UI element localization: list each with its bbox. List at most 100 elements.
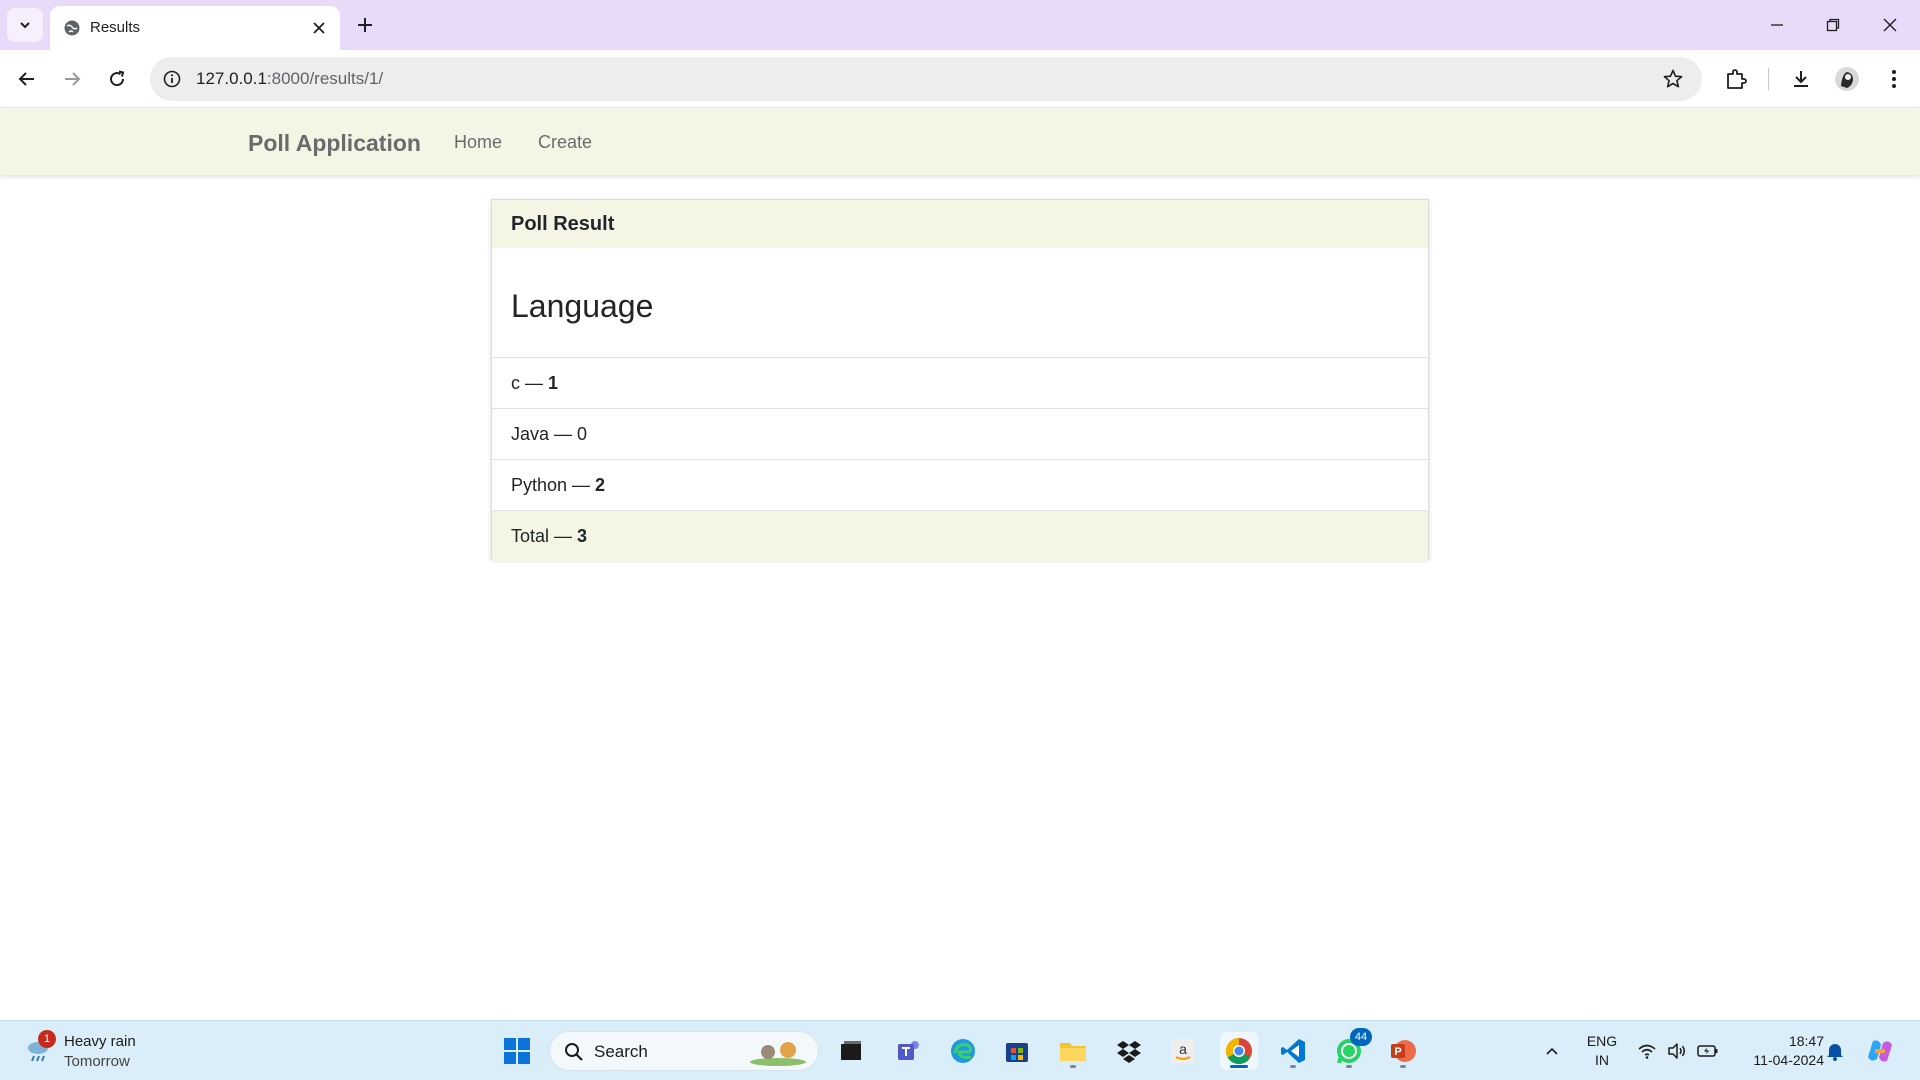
wifi-icon xyxy=(1638,1044,1656,1059)
puzzle-icon xyxy=(1727,69,1747,89)
poll-question: Language xyxy=(511,288,654,324)
clock-time: 18:47 xyxy=(1788,1033,1824,1049)
running-indicator xyxy=(1290,1065,1296,1068)
show-hidden-icons-button[interactable] xyxy=(1538,1033,1566,1069)
close-tab-icon[interactable] xyxy=(310,19,328,37)
volume-button[interactable] xyxy=(1664,1033,1690,1069)
result-row: Python — 2 xyxy=(492,459,1428,510)
dropbox-icon xyxy=(1117,1041,1141,1063)
arrow-left-icon xyxy=(18,72,34,86)
minimize-button[interactable] xyxy=(1764,12,1790,38)
store-icon xyxy=(1006,1043,1028,1062)
browser-tab-results[interactable]: Results xyxy=(50,6,340,50)
address-bar[interactable]: 127.0.0.1:8000/results/1/ xyxy=(150,57,1702,101)
weather-widget[interactable]: 1 Heavy rain Tomorrow xyxy=(20,1029,170,1073)
weather-badge: 1 xyxy=(38,1030,56,1048)
chevron-up-icon xyxy=(1546,1047,1558,1055)
tab-title: Results xyxy=(90,19,141,36)
volume-icon xyxy=(1668,1043,1685,1059)
toolbar-divider xyxy=(1768,68,1769,90)
total-text: Total — 3 xyxy=(511,526,587,547)
notifications-button[interactable] xyxy=(1822,1033,1848,1069)
taskbar-app-teams[interactable] xyxy=(890,1032,928,1070)
new-tab-button[interactable] xyxy=(352,12,378,38)
reload-button[interactable] xyxy=(102,64,132,94)
card-header-title: Poll Result xyxy=(511,213,615,235)
battery-charging-icon xyxy=(1697,1045,1718,1057)
powerpoint-icon: P xyxy=(1391,1040,1416,1062)
browser-tab-bar: Results xyxy=(0,0,1920,50)
choice-label: Java — 0 xyxy=(511,424,588,444)
app-navbar: Poll Application Home Create xyxy=(0,109,1920,175)
nav-create-link[interactable]: Create xyxy=(538,132,592,153)
taskbar-app-dropbox[interactable] xyxy=(1110,1032,1148,1070)
taskbar-app-powerpoint[interactable]: P xyxy=(1384,1032,1422,1070)
svg-text:a: a xyxy=(1179,1041,1187,1057)
forward-button[interactable] xyxy=(57,64,87,94)
total-label: Total — xyxy=(511,526,578,546)
running-indicator xyxy=(1346,1065,1352,1068)
url-text[interactable]: 127.0.0.1:8000/results/1/ xyxy=(196,69,383,89)
copilot-button[interactable] xyxy=(1862,1033,1898,1069)
tab-search-button[interactable] xyxy=(7,8,43,42)
globe-icon xyxy=(64,20,80,36)
choice-label: Python — xyxy=(511,475,596,495)
nav-home-link[interactable]: Home xyxy=(454,132,502,153)
poll-result-card: Poll Result Language c — 1 Java — 0 Pyth… xyxy=(491,199,1429,561)
arrow-right-icon xyxy=(65,72,81,86)
taskbar-app-amazon[interactable]: a xyxy=(1164,1032,1202,1070)
url-path: :8000/results/1/ xyxy=(266,69,384,88)
region-code: IN xyxy=(1595,1052,1609,1068)
back-button[interactable] xyxy=(12,64,42,94)
kebab-menu-icon xyxy=(1892,70,1896,88)
menu-button[interactable] xyxy=(1880,65,1908,93)
svg-text:P: P xyxy=(1394,1046,1401,1058)
language-indicator[interactable]: ENG IN xyxy=(1582,1032,1622,1070)
total-row: Total — 3 xyxy=(492,510,1428,561)
result-row: Java — 0 xyxy=(492,408,1428,459)
search-placeholder: Search xyxy=(594,1042,648,1061)
chrome-icon xyxy=(1225,1037,1252,1065)
vote-count: 1 xyxy=(548,373,559,393)
total-count: 3 xyxy=(577,526,588,546)
wifi-button[interactable] xyxy=(1634,1033,1660,1069)
battery-button[interactable] xyxy=(1694,1033,1722,1069)
plus-icon xyxy=(358,18,372,32)
language-code: ENG xyxy=(1586,1033,1618,1049)
taskbar-search[interactable]: Search xyxy=(549,1031,819,1071)
taskbar-app-edge[interactable] xyxy=(944,1032,982,1070)
copilot-icon xyxy=(1868,1040,1892,1062)
clock-date: 11-04-2024 xyxy=(1753,1052,1824,1068)
downloads-button[interactable] xyxy=(1787,65,1815,93)
browser-toolbar: 127.0.0.1:8000/results/1/ xyxy=(0,50,1920,108)
profile-button[interactable] xyxy=(1833,65,1861,93)
minimize-icon xyxy=(1771,24,1783,26)
edge-icon xyxy=(951,1039,975,1063)
reload-icon xyxy=(110,70,125,87)
taskbar-app-task-view[interactable] xyxy=(832,1032,870,1070)
weather-condition: Heavy rain xyxy=(64,1033,136,1050)
result-text: Python — 2 xyxy=(511,475,605,496)
bookmark-star-icon[interactable] xyxy=(1662,68,1684,90)
taskbar-app-vscode[interactable] xyxy=(1274,1032,1312,1070)
taskbar-app-chrome[interactable] xyxy=(1220,1032,1258,1070)
amazon-icon: a xyxy=(1171,1039,1195,1063)
teams-icon xyxy=(898,1041,919,1060)
start-button[interactable] xyxy=(498,1032,536,1070)
taskbar-app-store[interactable] xyxy=(998,1032,1036,1070)
taskbar-app-whatsapp[interactable]: 44 xyxy=(1330,1028,1372,1070)
result-text: Java — 0 xyxy=(511,424,587,445)
restore-icon xyxy=(1826,18,1840,32)
windows-logo-icon xyxy=(504,1038,530,1064)
clock[interactable]: 18:47 11-04-2024 xyxy=(1734,1032,1824,1070)
info-icon[interactable] xyxy=(162,69,182,89)
choice-label: c — xyxy=(511,373,549,393)
profile-avatar-icon xyxy=(1835,67,1859,91)
extensions-button[interactable] xyxy=(1722,65,1750,93)
taskbar-app-file-explorer[interactable] xyxy=(1054,1032,1092,1070)
card-header: Poll Result xyxy=(492,200,1428,248)
search-icon xyxy=(565,1043,583,1061)
close-window-button[interactable] xyxy=(1877,12,1903,38)
restore-button[interactable] xyxy=(1820,12,1846,38)
brand-link[interactable]: Poll Application xyxy=(248,130,421,157)
